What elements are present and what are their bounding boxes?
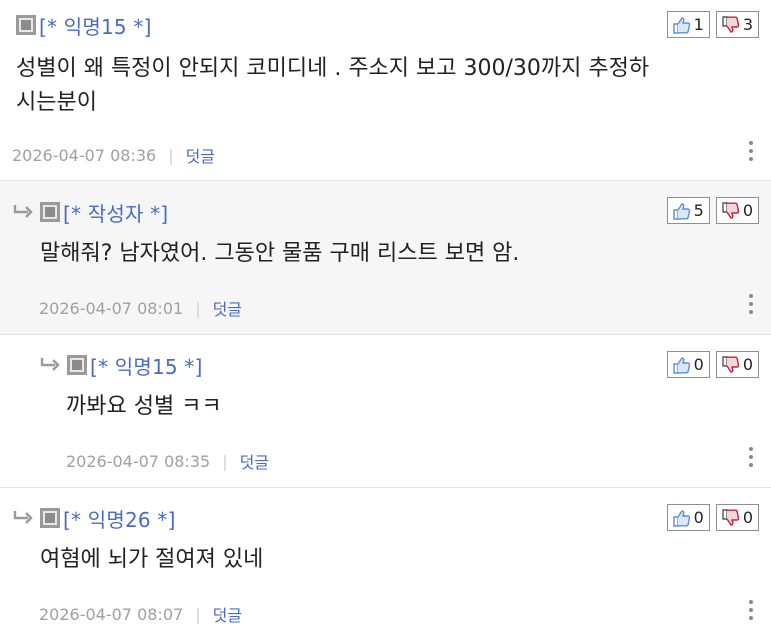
comment-header: [* 익명26 *] xyxy=(12,504,176,533)
thumbs-up-icon xyxy=(672,509,690,527)
comment-header: [* 작성자 *] xyxy=(12,198,168,227)
reply-link[interactable]: 덧글 xyxy=(213,602,242,626)
vote-buttons: 1 3 xyxy=(666,11,759,38)
comment-text: 까봐요 성별 ㅋㅋ xyxy=(66,394,222,419)
like-count: 0 xyxy=(693,355,704,374)
dislike-count: 3 xyxy=(742,15,753,34)
comment-meta: 2026-04-07 08:01 | 덧글 xyxy=(39,296,242,320)
meta-separator: | xyxy=(222,451,228,471)
comment-item: [* 익명15 *] 1 3 성별이 왜 특정이 안되지 코미디네 . 주소지 … xyxy=(0,0,771,181)
like-count: 5 xyxy=(693,201,704,220)
comment-nickname[interactable]: [* 작성자 *] xyxy=(63,198,168,227)
thumbs-down-icon xyxy=(722,355,740,373)
reply-arrow-icon xyxy=(13,205,33,218)
comment-meta: 2026-04-07 08:35 | 덧글 xyxy=(66,449,269,473)
vote-buttons: 0 0 xyxy=(666,351,759,378)
reply-link[interactable]: 덧글 xyxy=(213,296,242,320)
reply-link[interactable]: 덧글 xyxy=(186,143,215,167)
comment-text: 여혐에 뇌가 절여져 있네 xyxy=(40,547,264,572)
meta-separator: | xyxy=(195,604,201,624)
more-vertical-icon[interactable] xyxy=(747,447,755,467)
like-button[interactable]: 0 xyxy=(666,504,710,531)
comment-meta: 2026-04-07 08:36 | 덧글 xyxy=(12,143,215,167)
like-button[interactable]: 0 xyxy=(666,351,710,378)
reply-arrow-icon xyxy=(40,358,60,371)
like-count: 1 xyxy=(693,15,704,34)
comment-nickname[interactable]: [* 익명15 *] xyxy=(39,11,152,40)
gray-square-icon xyxy=(40,508,60,528)
comment-header: [* 익명15 *] xyxy=(16,11,152,40)
thumbs-down-icon xyxy=(722,201,740,219)
comment-meta: 2026-04-07 08:07 | 덧글 xyxy=(39,602,242,626)
dislike-count: 0 xyxy=(742,355,753,374)
comment-date: 2026-04-07 08:01 xyxy=(39,298,184,318)
dislike-button[interactable]: 0 xyxy=(715,197,759,224)
dislike-count: 0 xyxy=(742,508,753,527)
vote-buttons: 5 0 xyxy=(666,197,759,224)
comment-header: [* 익명15 *] xyxy=(39,351,203,380)
thumbs-up-icon xyxy=(672,202,690,220)
comment-date: 2026-04-07 08:36 xyxy=(12,145,157,165)
comment-item: [* 익명15 *] 0 0 까봐요 성별 ㅋㅋ 2026-04-07 08:3… xyxy=(0,335,771,488)
comment-date: 2026-04-07 08:35 xyxy=(66,451,211,471)
vote-buttons: 0 0 xyxy=(666,504,759,531)
thumbs-down-icon xyxy=(722,15,740,33)
like-button[interactable]: 5 xyxy=(666,197,710,224)
gray-square-icon xyxy=(40,202,60,222)
dislike-button[interactable]: 0 xyxy=(715,351,759,378)
meta-separator: | xyxy=(195,298,201,318)
dislike-button[interactable]: 0 xyxy=(715,504,759,531)
gray-square-icon xyxy=(67,355,87,375)
gray-square-icon xyxy=(16,15,36,35)
more-vertical-icon[interactable] xyxy=(747,141,755,161)
comment-nickname[interactable]: [* 익명26 *] xyxy=(63,504,176,533)
meta-separator: | xyxy=(168,145,174,165)
more-vertical-icon[interactable] xyxy=(747,600,755,620)
comment-date: 2026-04-07 08:07 xyxy=(39,604,184,624)
comment-text: 성별이 왜 특정이 안되지 코미디네 . 주소지 보고 300/30까지 추정하… xyxy=(16,56,650,115)
thumbs-up-icon xyxy=(672,16,690,34)
more-vertical-icon[interactable] xyxy=(747,294,755,314)
like-count: 0 xyxy=(693,508,704,527)
dislike-count: 0 xyxy=(742,201,753,220)
thumbs-down-icon xyxy=(722,508,740,526)
reply-arrow-icon xyxy=(13,511,33,524)
reply-link[interactable]: 덧글 xyxy=(240,449,269,473)
comment-nickname[interactable]: [* 익명15 *] xyxy=(90,351,203,380)
like-button[interactable]: 1 xyxy=(666,11,710,38)
thumbs-up-icon xyxy=(672,356,690,374)
comment-text: 말해줘? 남자였어. 그동안 물품 구매 리스트 보면 암. xyxy=(40,241,520,266)
comment-item: [* 작성자 *] 5 0 말해줘? 남자였어. 그동안 물품 구매 리스트 보… xyxy=(0,181,771,335)
comment-item: [* 익명26 *] 0 0 여혐에 뇌가 절여져 있네 2026-04-07 … xyxy=(0,488,771,635)
dislike-button[interactable]: 3 xyxy=(715,11,759,38)
